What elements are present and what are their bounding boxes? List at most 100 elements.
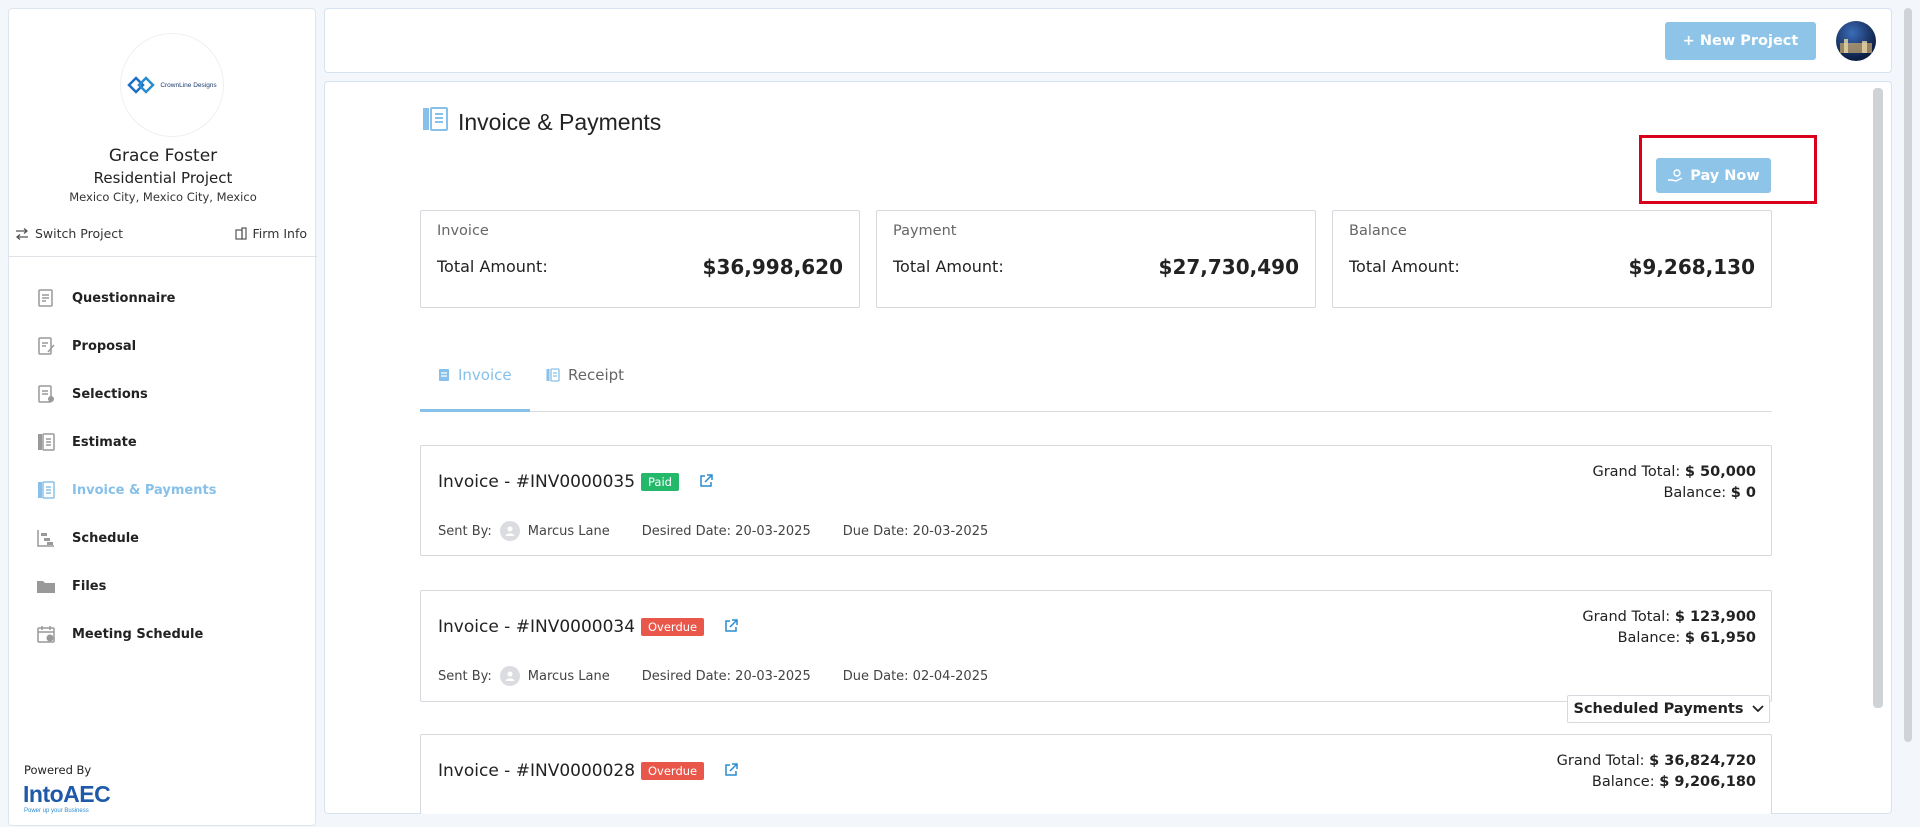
tab-receipt[interactable]: Receipt bbox=[546, 366, 624, 384]
summary-total-value: $9,268,130 bbox=[1628, 255, 1755, 279]
sent-by-name: Marcus Lane bbox=[527, 668, 610, 684]
invoice-title: Invoice - #INV0000034 bbox=[438, 617, 636, 637]
content-scrollbar[interactable] bbox=[1873, 88, 1883, 708]
grand-total-label: Grand Total: bbox=[1592, 464, 1681, 480]
firm-info-link[interactable]: Firm Info bbox=[234, 226, 307, 241]
due-date: Due Date: 20-03-2025 bbox=[842, 523, 989, 539]
summary-label: Payment bbox=[893, 223, 957, 239]
proposal-icon bbox=[38, 337, 55, 355]
sidebar-item-files[interactable]: Files bbox=[35, 574, 106, 598]
highlight-box bbox=[1639, 135, 1817, 204]
chevron-down-icon bbox=[1751, 705, 1764, 713]
summary-total-label: Total Amount: bbox=[893, 257, 1004, 276]
balance-label: Balance: bbox=[1663, 485, 1727, 501]
sent-by-label: Sent By: bbox=[438, 523, 492, 539]
payment-summary-card: Payment Total Amount: $27,730,490 bbox=[876, 210, 1316, 308]
sidebar-item-schedule[interactable]: Schedule bbox=[35, 526, 139, 550]
balance-label: Balance: bbox=[1591, 774, 1655, 790]
project-location: Mexico City, Mexico City, Mexico bbox=[69, 190, 257, 204]
user-avatar[interactable] bbox=[1836, 21, 1876, 61]
calendar-icon bbox=[37, 626, 55, 643]
balance-summary-card: Balance Total Amount: $9,268,130 bbox=[1332, 210, 1772, 308]
summary-label: Invoice bbox=[437, 223, 489, 239]
page-scrollbar[interactable] bbox=[1904, 8, 1912, 742]
active-tab-indicator bbox=[420, 409, 530, 412]
user-avatar-icon bbox=[499, 521, 520, 541]
balance-label: Balance: bbox=[1617, 630, 1681, 646]
invoice-meta: Sent By: Marcus Lane Desired Date: 20-03… bbox=[438, 521, 988, 541]
balance-value: $ 0 bbox=[1730, 485, 1756, 501]
invoice-totals: Grand Total: $ 36,824,720 Balance: $ 9,2… bbox=[1557, 751, 1756, 793]
scheduled-payments-button[interactable]: Scheduled Payments bbox=[1567, 695, 1770, 723]
invoice-title-icon bbox=[423, 107, 448, 131]
status-badge: Overdue bbox=[641, 618, 705, 636]
invoice-title: Invoice - #INV0000028 bbox=[438, 761, 636, 781]
sidebar-item-estimate[interactable]: Estimate bbox=[35, 430, 137, 454]
sidebar-item-label: Estimate bbox=[72, 434, 137, 450]
sidebar-item-questionnaire[interactable]: Questionnaire bbox=[35, 286, 175, 310]
invoice-card[interactable]: Invoice - #INV0000034 Overdue Sent By: M… bbox=[420, 590, 1772, 702]
invoice-icon bbox=[38, 481, 55, 499]
invoice-totals: Grand Total: $ 123,900 Balance: $ 61,950 bbox=[1582, 607, 1756, 649]
sidebar-item-invoice-payments[interactable]: Invoice & Payments bbox=[35, 478, 216, 502]
new-project-button[interactable]: + New Project bbox=[1665, 22, 1816, 60]
sidebar-item-selections[interactable]: Selections bbox=[35, 382, 148, 406]
page-bottom-gutter bbox=[324, 814, 1892, 827]
schedule-icon bbox=[37, 530, 54, 547]
balance-value: $ 61,950 bbox=[1684, 630, 1756, 646]
building-icon bbox=[234, 227, 247, 240]
grand-total-label: Grand Total: bbox=[1556, 753, 1645, 769]
invoice-card[interactable]: Invoice - #INV0000035 Paid Sent By: Marc… bbox=[420, 445, 1772, 556]
desired-date: Desired Date: 20-03-2025 bbox=[641, 523, 811, 539]
summary-total-label: Total Amount: bbox=[1349, 257, 1460, 276]
invoice-totals: Grand Total: $ 50,000 Balance: $ 0 bbox=[1592, 462, 1756, 504]
sidebar-item-label: Questionnaire bbox=[72, 290, 176, 306]
grand-total-value: $ 36,824,720 bbox=[1649, 753, 1756, 769]
sidebar-item-label: Schedule bbox=[72, 530, 139, 546]
tab-label: Invoice bbox=[458, 366, 512, 384]
balance-value: $ 9,206,180 bbox=[1659, 774, 1756, 790]
estimate-icon bbox=[38, 433, 55, 451]
invoice-tab-icon bbox=[439, 369, 449, 381]
firm-logo-text: CrownLine Designs bbox=[160, 81, 217, 89]
sidebar-item-meeting-schedule[interactable]: Meeting Schedule bbox=[35, 622, 203, 646]
client-name: Grace Foster bbox=[108, 146, 218, 166]
summary-total-value: $36,998,620 bbox=[702, 255, 843, 279]
summary-total-label: Total Amount: bbox=[437, 257, 548, 276]
sidebar-item-proposal[interactable]: Proposal bbox=[35, 334, 136, 358]
tab-invoice[interactable]: Invoice bbox=[438, 366, 512, 384]
sidebar-divider bbox=[9, 256, 317, 257]
invoice-tabs: Invoice Receipt bbox=[420, 354, 1772, 412]
user-avatar-icon bbox=[499, 666, 520, 686]
external-link-icon[interactable] bbox=[723, 618, 739, 634]
top-bar bbox=[324, 8, 1892, 73]
switch-icon bbox=[15, 227, 29, 240]
avatar-photo-icon bbox=[1840, 39, 1872, 53]
switch-project-link[interactable]: Switch Project bbox=[15, 226, 123, 241]
tab-label: Receipt bbox=[568, 366, 625, 384]
switch-project-label: Switch Project bbox=[35, 226, 124, 241]
grand-total-value: $ 50,000 bbox=[1684, 464, 1756, 480]
invoice-title: Invoice - #INV0000035 bbox=[438, 472, 636, 492]
crownline-logo-icon bbox=[127, 76, 156, 94]
firm-logo: CrownLine Designs bbox=[120, 33, 224, 137]
invoice-meta: Sent By: Marcus Lane Desired Date: 20-03… bbox=[438, 666, 988, 686]
external-link-icon[interactable] bbox=[698, 473, 714, 489]
invoice-card[interactable]: Invoice - #INV0000028 Overdue Grand Tota… bbox=[420, 734, 1772, 814]
folder-icon bbox=[37, 581, 55, 593]
sidebar-item-label: Invoice & Payments bbox=[72, 482, 217, 498]
invoice-summary-card: Invoice Total Amount: $36,998,620 bbox=[420, 210, 860, 308]
external-link-icon[interactable] bbox=[723, 762, 739, 778]
questionnaire-icon bbox=[38, 289, 53, 307]
summary-total-value: $27,730,490 bbox=[1158, 255, 1299, 279]
sidebar-item-label: Meeting Schedule bbox=[72, 626, 204, 642]
page-title: Invoice & Payments bbox=[458, 109, 662, 135]
intoaec-tagline: Power up your Business bbox=[24, 808, 89, 814]
scheduled-payments-label: Scheduled Payments bbox=[1573, 701, 1744, 717]
sidebar-item-label: Selections bbox=[72, 386, 148, 402]
sent-by-name: Marcus Lane bbox=[527, 523, 610, 539]
receipt-tab-icon bbox=[546, 368, 560, 382]
intoaec-logo: IntoAEC bbox=[23, 781, 111, 807]
grand-total-value: $ 123,900 bbox=[1674, 609, 1756, 625]
project-name: Residential Project bbox=[93, 169, 233, 187]
